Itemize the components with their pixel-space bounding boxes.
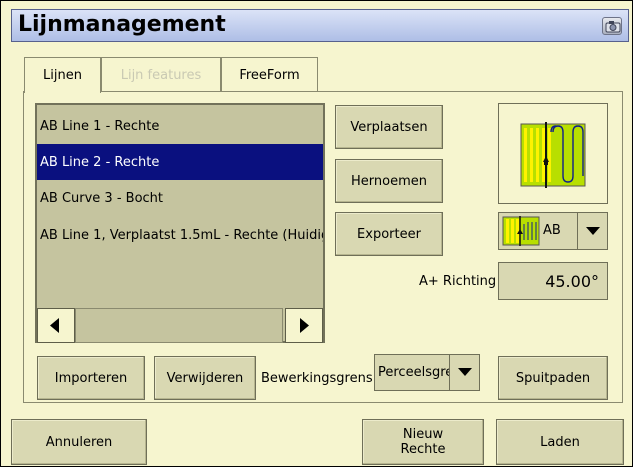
pattern-dropdown-arrow[interactable] (577, 213, 607, 249)
horizontal-scrollbar[interactable] (75, 308, 283, 343)
boundary-dropdown-arrow[interactable] (449, 355, 479, 390)
tab-lijn-features: Lijn features (101, 57, 221, 92)
arrow-left-icon (50, 318, 59, 333)
pattern-preview (498, 103, 608, 204)
ab-pattern-icon (520, 122, 586, 188)
title-bar: Lijnmanagement (11, 9, 629, 42)
move-button[interactable]: Verplaatsen (335, 105, 443, 149)
rename-button[interactable]: Hernoemen (335, 159, 443, 203)
pattern-dropdown[interactable]: AB (498, 212, 608, 250)
screenshot-button[interactable] (602, 17, 622, 35)
tab-lijnen[interactable]: Lijnen (24, 57, 101, 93)
scroll-right-button[interactable] (285, 308, 323, 343)
boundary-dropdown[interactable]: Perceelsgrens (374, 354, 480, 391)
spray-paths-button[interactable]: Spuitpaden (498, 356, 608, 400)
list-item[interactable]: AB Line 1 - Rechte (37, 108, 323, 144)
line-management-window: Lijnmanagement Lijnen Lijn features Free… (0, 0, 633, 467)
chevron-down-icon (458, 368, 472, 376)
list-item[interactable]: AB Line 1, Verplaatst 1.5mL - Rechte (Hu… (37, 217, 323, 253)
boundary-label: Bewerkingsgrens (261, 371, 373, 386)
direction-value[interactable]: 45.00° (498, 262, 608, 300)
arrow-right-icon (300, 318, 309, 333)
boundary-value: Perceelsgrens (378, 365, 453, 380)
window-title: Lijnmanagement (18, 12, 226, 37)
ab-pattern-small-icon (502, 216, 540, 246)
line-list[interactable]: AB Line 1 - Rechte AB Line 2 - Rechte AB… (35, 103, 325, 343)
camera-icon (605, 21, 621, 33)
pattern-value: AB (543, 223, 561, 238)
load-button[interactable]: Laden (496, 419, 624, 465)
direction-label: A+ Richting (419, 274, 497, 289)
delete-button[interactable]: Verwijderen (154, 356, 256, 400)
list-item-selected[interactable]: AB Line 2 - Rechte (37, 144, 323, 180)
chevron-down-icon (586, 227, 600, 235)
cancel-button[interactable]: Annuleren (11, 419, 147, 465)
list-item[interactable]: AB Curve 3 - Bocht (37, 180, 323, 216)
scroll-left-button[interactable] (37, 308, 75, 343)
export-button[interactable]: Exporteer (335, 212, 443, 256)
import-button[interactable]: Importeren (37, 356, 145, 400)
tab-freeform[interactable]: FreeForm (221, 57, 318, 92)
new-line-button[interactable]: Nieuw Rechte (362, 419, 484, 465)
new-line-label-1: Nieuw (402, 427, 444, 442)
new-line-label-2: Rechte (400, 442, 446, 457)
